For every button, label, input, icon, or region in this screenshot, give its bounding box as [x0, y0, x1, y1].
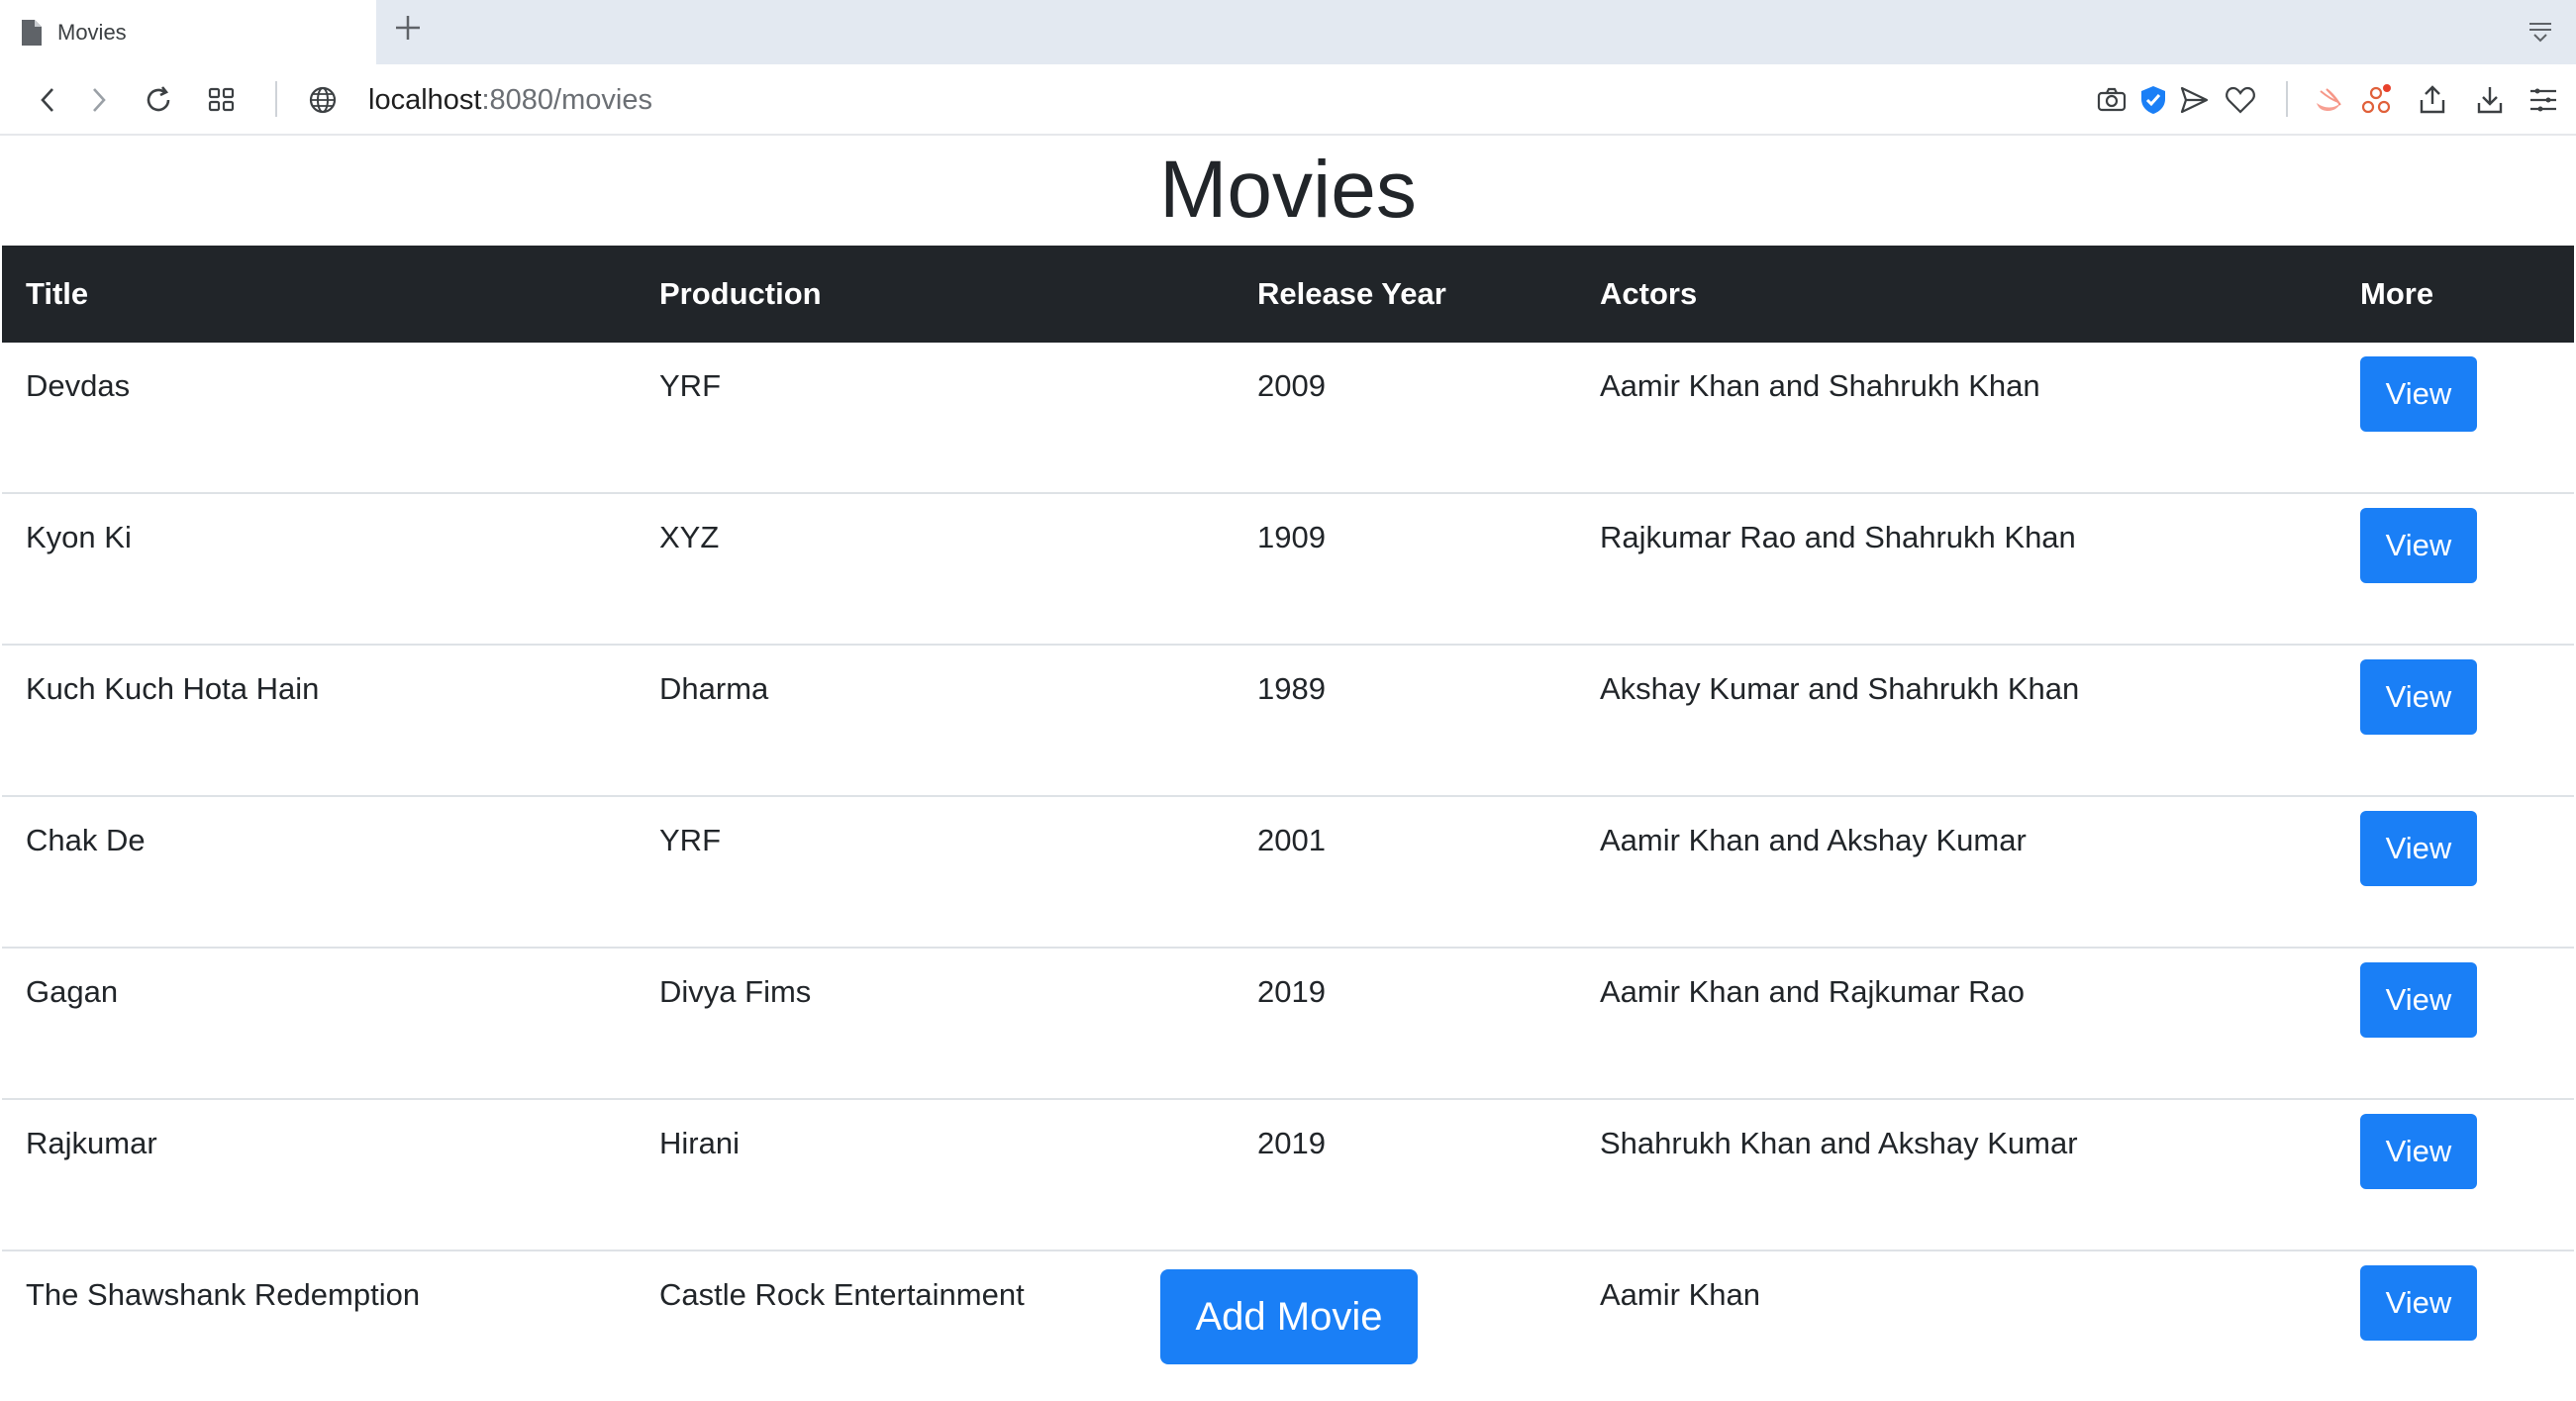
back-icon[interactable] [32, 83, 65, 117]
tab-list-icon[interactable] [2526, 18, 2554, 46]
reload-icon[interactable] [142, 83, 175, 117]
page-title: Movies [1159, 145, 1417, 235]
cell-release-year: 2001 [1234, 795, 1576, 948]
browser-toolbar: localhost:8080/movies [0, 64, 2576, 136]
cell-title: The Shawshank Redemption [2, 1250, 636, 1401]
table-row: Devdas YRF 2009 Aamir Khan and Shahrukh … [2, 343, 2574, 493]
extension-icon[interactable] [2359, 83, 2393, 117]
menu-icon[interactable] [2526, 83, 2560, 117]
browser-tab[interactable]: Movies [0, 0, 376, 64]
cell-more: View [2336, 343, 2574, 493]
cell-production: Dharma [636, 644, 1234, 796]
table-row: Chak De YRF 2001 Aamir Khan and Akshay K… [2, 795, 2574, 948]
column-header-actors: Actors [1576, 246, 2336, 343]
column-header-release-year: Release Year [1234, 246, 1576, 343]
cell-title: Kuch Kuch Hota Hain [2, 644, 636, 796]
globe-icon [309, 86, 337, 114]
forward-icon[interactable] [81, 83, 115, 117]
swift-icon[interactable] [2313, 83, 2346, 117]
column-header-title: Title [2, 246, 636, 343]
cell-actors: Aamir Khan and Akshay Kumar [1576, 795, 2336, 948]
table-row: Rajkumar Hirani 2019 Shahrukh Khan and A… [2, 1098, 2574, 1251]
heart-icon[interactable] [2224, 83, 2257, 117]
cell-actors: Rajkumar Rao and Shahrukh Khan [1576, 492, 2336, 645]
cell-production: Divya Fims [636, 947, 1234, 1099]
new-tab-icon[interactable] [392, 12, 424, 44]
view-button[interactable]: View [2360, 508, 2477, 583]
camera-icon[interactable] [2095, 83, 2129, 117]
cell-actors: Aamir Khan and Shahrukh Khan [1600, 368, 2040, 403]
view-button[interactable]: View [2360, 1265, 2477, 1341]
table-row: Gagan Divya Fims 2019 Aamir Khan and Raj… [2, 947, 2574, 1099]
cell-title: Devdas [26, 368, 131, 403]
view-button[interactable]: View [2360, 1114, 2477, 1189]
page-content: Movies Title Production Release Year Act… [0, 136, 2576, 1401]
url-host: localhost [368, 84, 482, 116]
cell-more: View [2336, 1098, 2574, 1251]
cell-actors: Akshay Kumar and Shahrukh Khan [1576, 644, 2336, 796]
cell-title: Kyon Ki [2, 492, 636, 645]
tab-title: Movies [57, 19, 127, 45]
cell-production: YRF [636, 795, 1234, 948]
toolbar-separator [2286, 81, 2288, 117]
table-row: Kyon Ki XYZ 1909 Rajkumar Rao and Shahru… [2, 492, 2574, 645]
cell-production: Hirani [636, 1098, 1234, 1251]
cell-production: XYZ [636, 492, 1234, 645]
cell-production: Castle Rock Entertainment [636, 1250, 1234, 1401]
table-row: Kuch Kuch Hota Hain Dharma 1989 Akshay K… [2, 644, 2574, 796]
add-movie-button[interactable]: Add Movie [1160, 1269, 1418, 1364]
cell-more: View [2336, 795, 2574, 948]
table-header-row: Title Production Release Year Actors Mor… [2, 246, 2574, 343]
document-icon [22, 19, 42, 46]
view-button[interactable]: View [2360, 811, 2477, 886]
movies-table: Title Production Release Year Actors Mor… [2, 246, 2574, 1401]
cell-release-year: 2019 [1234, 1098, 1576, 1251]
url-path: :8080/movies [481, 84, 652, 116]
cell-title: Rajkumar [2, 1098, 636, 1251]
cell-actors: Shahrukh Khan and Akshay Kumar [1576, 1098, 2336, 1251]
cell-actors: Aamir Khan [1576, 1250, 2336, 1401]
cell-more: View [2336, 1250, 2574, 1401]
cell-more: View [2336, 492, 2574, 645]
view-button[interactable]: View [2360, 962, 2477, 1038]
cell-more: View [2336, 947, 2574, 1099]
cell-release-year: 2019 [1234, 947, 1576, 1099]
cell-release-year: 1909 [1234, 492, 1576, 645]
cell-title: Chak De [2, 795, 636, 948]
address-bar[interactable]: localhost:8080/movies [368, 82, 652, 118]
column-header-production: Production [636, 246, 1234, 343]
cell-release-year: 1989 [1234, 644, 1576, 796]
toolbar-separator [275, 81, 277, 117]
send-icon[interactable] [2177, 83, 2211, 117]
view-button[interactable]: View [2360, 356, 2477, 432]
cell-production: YRF [659, 368, 721, 403]
download-icon[interactable] [2473, 83, 2507, 117]
view-button[interactable]: View [2360, 659, 2477, 735]
column-header-more: More [2336, 246, 2574, 343]
cell-more: View [2336, 644, 2574, 796]
share-icon[interactable] [2416, 83, 2449, 117]
cell-release-year: 2009 [1257, 368, 1326, 403]
tabs-grid-icon[interactable] [205, 83, 239, 117]
browser-tab-bar: Movies [0, 0, 2576, 64]
cell-actors: Aamir Khan and Rajkumar Rao [1576, 947, 2336, 1099]
shield-icon[interactable] [2136, 83, 2170, 117]
cell-title: Gagan [2, 947, 636, 1099]
